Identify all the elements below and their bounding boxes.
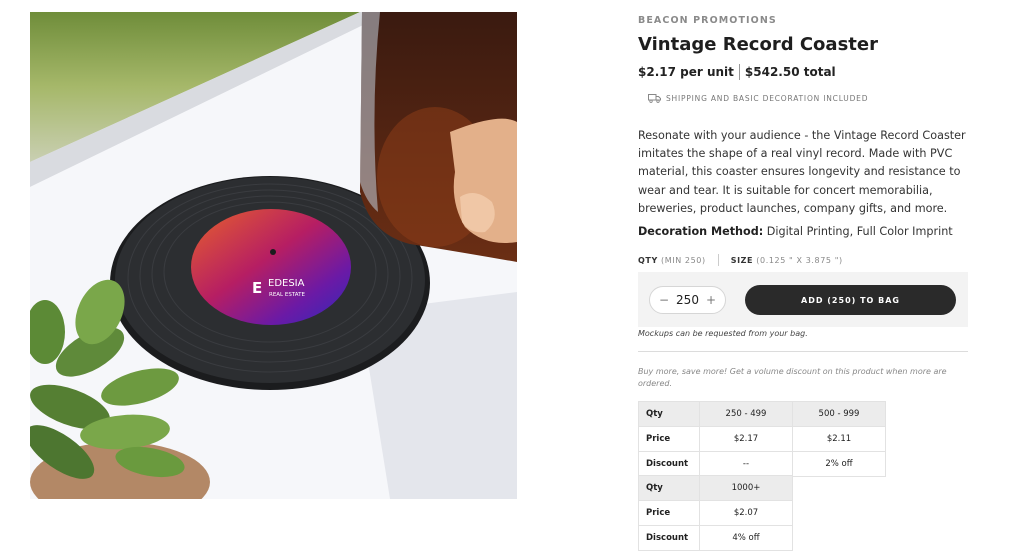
quantity-input[interactable]	[672, 293, 703, 307]
decoration-method: Decoration Method: Digital Printing, Ful…	[638, 225, 953, 238]
tier-discount-cell: 4% off	[699, 525, 793, 551]
increase-quantity-button[interactable]: +	[705, 293, 717, 307]
tier-discount-cell: 2% off	[792, 451, 886, 477]
tier-price-cell: $2.11	[792, 426, 886, 452]
truck-icon	[648, 94, 661, 103]
decoration-label: Decoration Method:	[638, 225, 764, 238]
unit-price: $2.17 per unit	[638, 65, 734, 79]
mockups-note: Mockups can be requested from your bag.	[638, 329, 808, 338]
tier-price-cell: $2.07	[699, 500, 793, 526]
logo-mark: E	[252, 279, 262, 297]
decrease-quantity-button[interactable]: −	[658, 293, 670, 307]
shipping-text: SHIPPING AND BASIC DECORATION INCLUDED	[666, 93, 869, 103]
discount-row-label: Discount	[638, 525, 700, 551]
price-row-label: Price	[638, 426, 700, 452]
tier-price-cell: $2.17	[699, 426, 793, 452]
table-row: Qty 1000+	[638, 475, 793, 501]
table-row: Qty 250 - 499 500 - 999	[638, 401, 886, 427]
logo-text-sub: REAL ESTATE	[269, 292, 305, 298]
product-title: Vintage Record Coaster	[638, 34, 878, 55]
qty-row-label: Qty	[638, 475, 700, 501]
shipping-note: SHIPPING AND BASIC DECORATION INCLUDED	[648, 93, 868, 103]
discount-row-label: Discount	[638, 451, 700, 477]
price-divider	[738, 64, 740, 80]
size-value: (0.125 " X 3.875 ")	[756, 255, 843, 265]
pricing-table-2: Qty 1000+ Price $2.07 Discount 4% off	[638, 475, 793, 551]
add-to-bag-button[interactable]: ADD (250) TO BAG	[745, 285, 956, 315]
product-photo-illustration: E EDESIA REAL ESTATE	[30, 12, 517, 499]
product-description: Resonate with your audience - the Vintag…	[638, 129, 966, 215]
qty-option-label: QTY	[638, 255, 658, 265]
tier-qty-cell: 250 - 499	[699, 401, 793, 427]
total-price: $542.50 total	[744, 65, 836, 79]
tier-qty-cell: 500 - 999	[792, 401, 886, 427]
table-row: Price $2.07	[638, 500, 793, 526]
price-summary: $2.17 per unit $542.50 total	[638, 64, 836, 80]
tier-discount-cell: --	[699, 451, 793, 477]
pricing-table-1: Qty 250 - 499 500 - 999 Price $2.17 $2.1…	[638, 401, 886, 477]
edesia-logo: E EDESIA REAL ESTATE	[252, 278, 305, 298]
table-row: Discount -- 2% off	[638, 451, 886, 477]
beer-glass	[360, 12, 517, 262]
logo-text-main: EDESIA	[268, 278, 305, 289]
qty-row-label: Qty	[638, 401, 700, 427]
table-row: Price $2.17 $2.11	[638, 426, 886, 452]
brand-name[interactable]: BEACON PROMOTIONS	[638, 15, 777, 26]
table-row: Discount 4% off	[638, 525, 793, 551]
price-row-label: Price	[638, 500, 700, 526]
volume-discount-note: Buy more, save more! Get a volume discou…	[638, 367, 947, 388]
quantity-stepper: − +	[649, 286, 726, 314]
size-option-label: SIZE	[730, 255, 754, 265]
qty-min-note: (MIN 250)	[661, 255, 706, 265]
options-divider	[717, 254, 719, 266]
section-divider	[638, 351, 968, 352]
decoration-value: Digital Printing, Full Color Imprint	[766, 225, 953, 238]
product-options: QTY (MIN 250) SIZE (0.125 " X 3.875 ")	[638, 254, 843, 266]
product-image[interactable]: E EDESIA REAL ESTATE	[30, 12, 517, 499]
add-to-bag-panel: − + ADD (250) TO BAG	[638, 272, 968, 327]
tier-qty-cell: 1000+	[699, 475, 793, 501]
